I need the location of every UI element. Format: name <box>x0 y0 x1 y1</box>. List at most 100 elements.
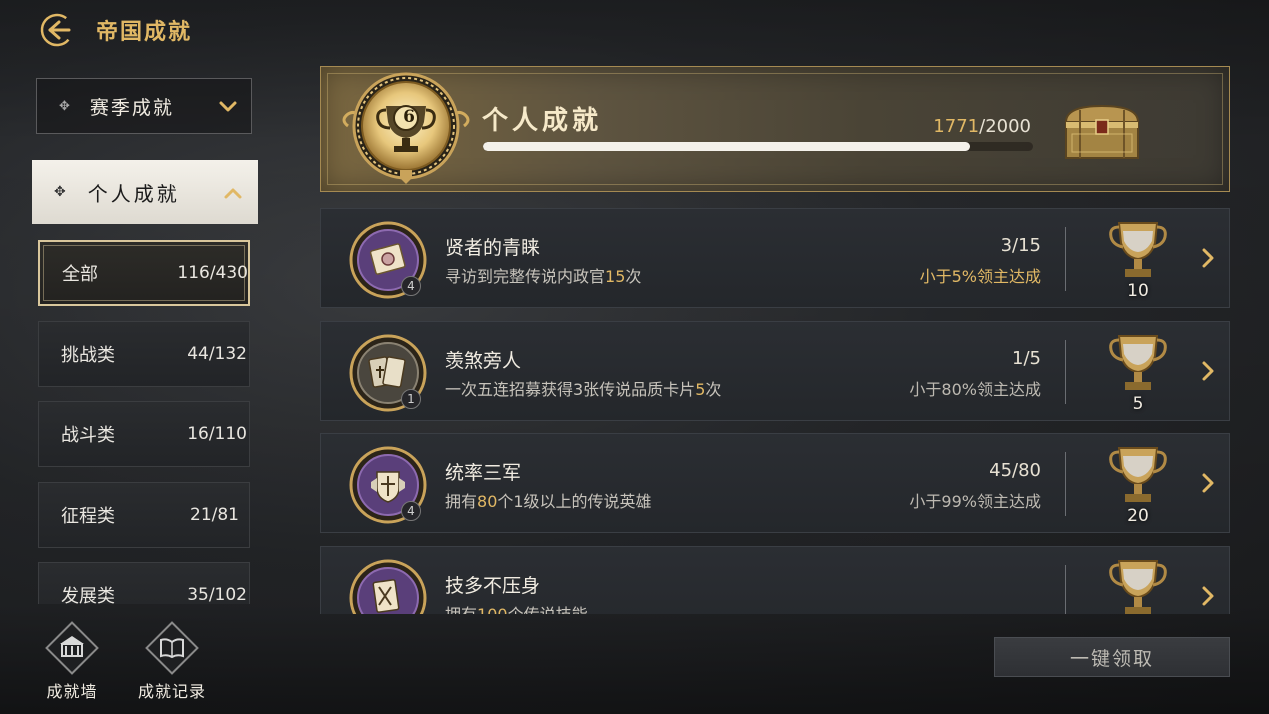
achievement-progress: 3/15 <box>1001 235 1041 256</box>
achievement-progress: 1/5 <box>1012 348 1041 369</box>
achievement-card[interactable]: 4 贤者的青睐 寻访到完整传说内政官15次 3/15 小于5%领主达成 10 <box>320 208 1230 308</box>
trophy-icon <box>1109 222 1167 277</box>
achievement-card[interactable]: 4 技多不压身 拥有100个传说技能 <box>320 545 1230 615</box>
achievement-wall-button[interactable]: 成就墙 <box>32 620 112 702</box>
achievement-progress: 45/80 <box>989 460 1041 481</box>
divider <box>1065 227 1066 291</box>
category-count: 35/102 <box>187 585 247 604</box>
achievement-card[interactable]: 1 羡煞旁人 一次五连招募获得3张传说品质卡片5次 1/5 小于80%领主达成 … <box>320 320 1230 421</box>
category-name: 挑战类 <box>61 344 115 366</box>
desc-text: 寻访到完整传说内政官 <box>445 267 606 286</box>
category-item-journey[interactable]: 征程类 21/81 <box>38 481 250 548</box>
banner-progress-fill <box>483 142 971 151</box>
trophy-points: 20 <box>1127 506 1149 526</box>
banner-progress-bar <box>483 142 1033 151</box>
trophy-points: 10 <box>1127 281 1149 301</box>
trophy-icon <box>1109 559 1167 614</box>
desc-highlight: 5 <box>695 379 706 399</box>
achievement-completion-rate: 小于5%领主达成 <box>919 267 1041 286</box>
back-button[interactable] <box>38 11 76 49</box>
diamond-icon: ✥ <box>59 98 70 114</box>
chevron-up-icon <box>224 188 242 199</box>
progress-total: /15 <box>1012 235 1041 256</box>
desc-highlight: 100 <box>477 604 508 615</box>
chevron-right-icon[interactable] <box>1201 585 1215 607</box>
desc-highlight: 80 <box>477 492 498 511</box>
achievement-title: 贤者的青睐 <box>445 237 541 259</box>
achievement-record-icon <box>145 621 199 675</box>
desc-text: 一次五连招募获得3张传说品质卡片 <box>445 379 696 399</box>
category-count: 116/430 <box>177 263 248 283</box>
desc-text: 个传说技能 <box>507 604 588 615</box>
season-dropdown-label: 赛季成就 <box>89 96 174 119</box>
banner-title: 个人成就 <box>482 106 603 136</box>
achievement-list: 4 贤者的青睐 寻访到完整传说内政官15次 3/15 小于5%领主达成 10 1… <box>320 208 1230 614</box>
category-count: 21/81 <box>190 504 239 525</box>
desc-text: 次 <box>705 379 722 399</box>
category-group-label: 个人成就 <box>87 181 180 206</box>
achievement-completion-rate: 小于80%领主达成 <box>909 379 1041 399</box>
desc-text: 个1级以上的传说英雄 <box>497 492 652 511</box>
chevron-down-icon <box>219 101 237 112</box>
trophy-points: 5 <box>1132 393 1144 414</box>
achievement-title: 羡煞旁人 <box>445 349 522 372</box>
category-count: 44/132 <box>187 343 247 364</box>
desc-text: 拥有 <box>445 604 478 615</box>
page-title: 帝国成就 <box>96 20 193 45</box>
divider <box>1065 564 1066 614</box>
progress-current: 3 <box>1000 235 1013 256</box>
progress-current: 45 <box>989 460 1013 481</box>
achievement-title: 技多不压身 <box>445 574 541 597</box>
trophy-icon <box>1109 334 1167 390</box>
back-arrow-icon <box>40 13 74 47</box>
achievement-card[interactable]: 4 统率三军 拥有80个1级以上的传说英雄 45/80 小于99%领主达成 20 <box>320 433 1230 533</box>
achievement-level-badge: 4 <box>401 501 421 521</box>
achievement-completion-rate: 小于99%领主达成 <box>909 492 1041 511</box>
category-name: 征程类 <box>61 505 115 527</box>
banner-level-number: 6 <box>403 107 415 127</box>
achievement-description: 拥有80个1级以上的传说英雄 <box>445 488 652 512</box>
divider <box>1065 452 1066 516</box>
desc-highlight: 15 <box>605 267 626 286</box>
tool-label: 成就记录 <box>137 682 206 701</box>
achievement-level-badge <box>342 72 470 184</box>
banner-progress-total: 2000 <box>985 116 1031 137</box>
season-dropdown[interactable]: ✥ 赛季成就 <box>36 78 252 134</box>
category-item-challenge[interactable]: 挑战类 44/132 <box>38 320 250 387</box>
skill-cards-icon <box>349 559 427 614</box>
category-item-all[interactable]: 全部 116/430 <box>38 240 250 306</box>
category-item-development[interactable]: 发展类 35/102 <box>38 562 250 604</box>
category-count: 16/110 <box>187 424 247 444</box>
chevron-right-icon[interactable] <box>1201 472 1215 494</box>
top-bar: 帝国成就 <box>38 10 192 50</box>
chevron-right-icon[interactable] <box>1201 247 1215 269</box>
category-name: 全部 <box>62 264 98 285</box>
category-list: 全部 116/430 挑战类 44/132 战斗类 16/110 征程类 21/… <box>38 240 250 604</box>
achievement-description: 拥有100个传说技能 <box>445 601 588 615</box>
category-name: 发展类 <box>61 586 115 604</box>
claim-all-button[interactable]: 一键领取 <box>994 637 1230 677</box>
achievement-description: 寻访到完整传说内政官15次 <box>445 263 641 287</box>
desc-text: 拥有 <box>445 492 478 511</box>
chevron-right-icon[interactable] <box>1201 360 1215 382</box>
category-item-battle[interactable]: 战斗类 16/110 <box>38 401 250 467</box>
achievement-level-badge: 1 <box>401 388 421 409</box>
banner-progress-text: 1771/2000 <box>933 116 1031 137</box>
treasure-chest-icon[interactable] <box>1058 100 1146 164</box>
progress-total: /80 <box>1012 460 1041 481</box>
achievement-description: 一次五连招募获得3张传说品质卡片5次 <box>445 376 721 400</box>
category-group-header[interactable]: ✥ 个人成就 <box>32 160 258 224</box>
progress-total: /5 <box>1023 347 1041 369</box>
achievement-title: 统率三军 <box>445 462 522 484</box>
progress-current: 1 <box>1012 347 1024 369</box>
trophy-icon <box>1109 447 1167 502</box>
tool-label: 成就墙 <box>46 682 98 701</box>
divider <box>1065 339 1066 404</box>
banner-progress-current: 1771 <box>933 116 980 137</box>
desc-text: 次 <box>625 267 642 286</box>
achievement-record-button[interactable]: 成就记录 <box>132 620 212 702</box>
achievement-level-badge: 4 <box>401 276 421 296</box>
achievement-wall-icon <box>45 621 99 675</box>
category-name: 战斗类 <box>61 425 115 446</box>
diamond-icon: ✥ <box>54 184 66 200</box>
